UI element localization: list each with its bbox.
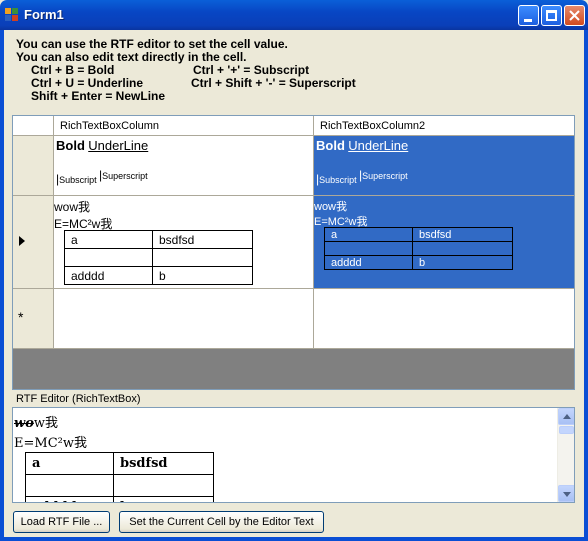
cell-table: a bsdfsd adddd b xyxy=(324,227,513,270)
minimize-button[interactable] xyxy=(518,5,539,26)
close-button[interactable] xyxy=(564,5,585,26)
load-rtf-button[interactable]: Load RTF File ... xyxy=(13,511,110,533)
window-frame-left xyxy=(0,30,4,541)
chevron-down-icon xyxy=(563,492,571,497)
editor-label: RTF Editor (RichTextBox) xyxy=(16,393,141,405)
editor-text: w我 xyxy=(33,416,59,431)
window-frame-right xyxy=(584,30,588,541)
scroll-up-button[interactable] xyxy=(558,408,574,425)
grid-cell[interactable]: wow我 E=MC²w我 a bsdfsd adddd b xyxy=(54,196,314,289)
maximize-icon xyxy=(546,10,557,21)
scroll-down-button[interactable] xyxy=(558,485,574,502)
underline-text: UnderLine xyxy=(348,138,409,153)
window-title: Form1 xyxy=(24,7,64,22)
editor-strike-text: wo xyxy=(14,416,34,431)
rtf-editor[interactable]: wow我 E=MC²w我 absdfsd addddb xyxy=(12,407,575,503)
underline-text: UnderLine xyxy=(88,138,149,153)
editor-text: E=MC²w我 xyxy=(14,436,87,451)
scroll-thumb[interactable] xyxy=(559,426,574,434)
app-icon xyxy=(5,8,19,22)
grid-corner-header xyxy=(13,116,54,136)
chevron-up-icon xyxy=(563,414,571,419)
title-bar: Form1 xyxy=(0,0,588,30)
maximize-button[interactable] xyxy=(541,5,562,26)
grid-cell-selected[interactable]: Bold UnderLine |Subscript |Superscript xyxy=(314,136,574,196)
row-header-current[interactable] xyxy=(13,196,54,289)
grid-cell-selected[interactable]: wow我 E=MC²w我 a bsdfsd adddd b xyxy=(314,196,574,289)
data-grid[interactable]: RichTextBoxColumn RichTextBoxColumn2 Bol… xyxy=(12,115,575,390)
close-icon xyxy=(569,10,580,21)
grid-cell-new[interactable] xyxy=(314,289,574,349)
bold-text: Bold xyxy=(316,138,345,153)
minimize-icon xyxy=(524,19,532,22)
row-header-new[interactable]: * xyxy=(13,289,54,349)
column-header-2[interactable]: RichTextBoxColumn2 xyxy=(314,116,574,136)
cell-line: wow我 xyxy=(54,200,91,214)
set-cell-button[interactable]: Set the Current Cell by the Editor Text xyxy=(119,511,324,533)
grid-cell[interactable]: Bold UnderLine |Subscript |Superscript xyxy=(54,136,314,196)
column-header-1[interactable]: RichTextBoxColumn xyxy=(54,116,314,136)
superscript-text: Superscript xyxy=(362,171,408,181)
help-line: Shift + Enter = NewLine xyxy=(31,89,166,103)
cell-line: wow我 xyxy=(314,201,348,213)
subscript-text: Subscript xyxy=(59,175,97,185)
bold-text: Bold xyxy=(56,138,85,153)
window-frame-bottom xyxy=(0,537,588,541)
help-line: Ctrl + Shift + '-' = Superscript xyxy=(191,76,356,90)
current-row-arrow-icon xyxy=(19,236,25,246)
cell-table: a bsdfsd adddd b xyxy=(64,230,253,285)
row-header[interactable] xyxy=(13,136,54,196)
grid-cell-new[interactable] xyxy=(54,289,314,349)
new-row-icon: * xyxy=(18,309,24,325)
editor-scrollbar[interactable] xyxy=(557,408,574,502)
editor-table: absdfsd addddb xyxy=(25,452,214,502)
subscript-text: Subscript xyxy=(319,175,357,185)
superscript-text: Superscript xyxy=(102,171,148,181)
